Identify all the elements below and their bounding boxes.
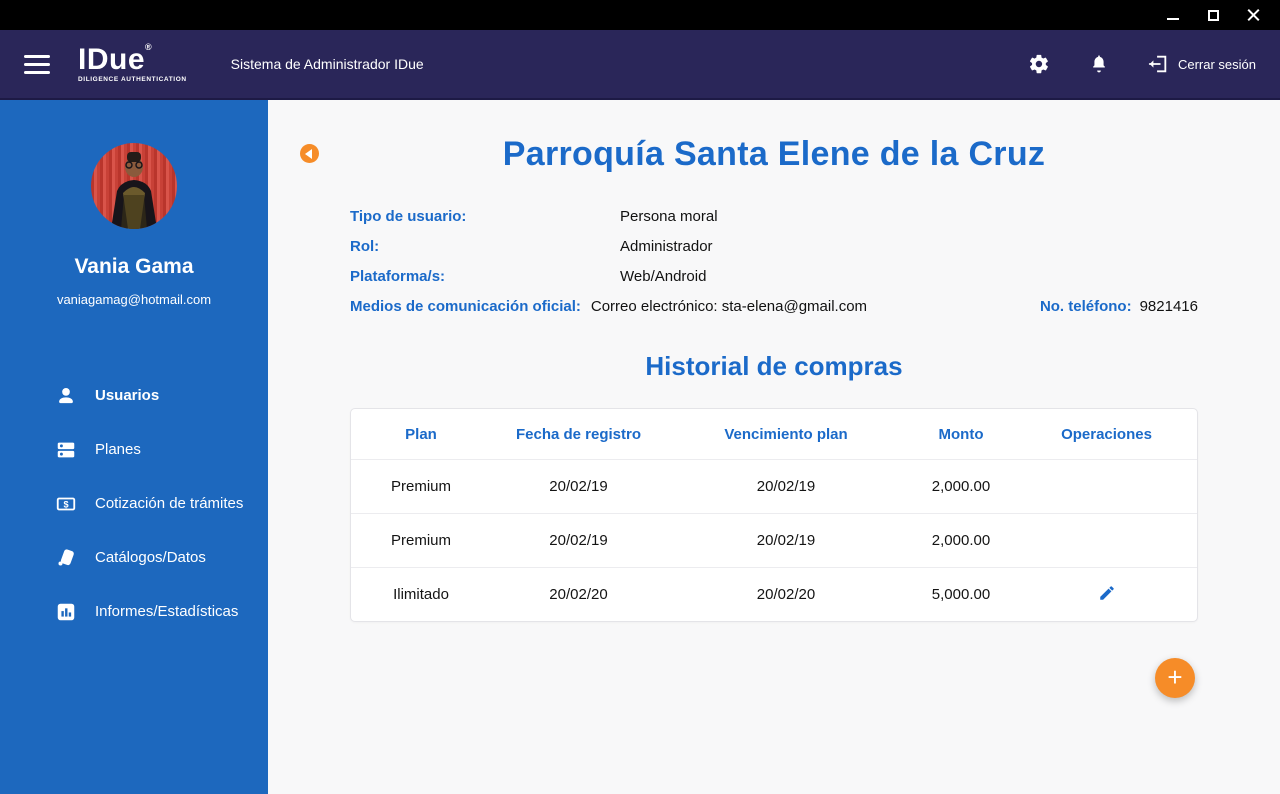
col-header-vencimiento: Vencimiento plan	[724, 425, 848, 443]
cell-fecha-registro: 20/02/20	[549, 586, 608, 603]
table-row: Premium 20/02/19 20/02/19 2,000.00	[351, 459, 1197, 513]
col-header-fecha-registro: Fecha de registro	[515, 425, 642, 443]
catalog-icon	[55, 547, 77, 569]
sidebar-item-planes[interactable]: Planes	[0, 423, 268, 477]
logo-text: IDue®	[78, 41, 153, 76]
section-title-historial: Historial de compras	[645, 351, 903, 381]
cell-fecha-registro: 20/02/19	[549, 532, 608, 549]
cell-vencimiento: 20/02/20	[756, 586, 816, 603]
edit-pencil-icon[interactable]	[1098, 584, 1116, 602]
sidebar-nav: Usuarios Planes $ Cotización de trámites…	[0, 369, 268, 639]
plans-icon	[55, 439, 77, 461]
field-tipo-usuario: Tipo de usuario: Persona moral	[350, 208, 1198, 225]
purchase-history-table: Plan Fecha de registro Vencimiento plan …	[350, 408, 1198, 622]
app-header: IDue® DILIGENCE AUTHENTICATION Sistema d…	[0, 30, 1280, 100]
field-telefono: No. teléfono: 9821416	[1040, 298, 1198, 315]
cell-vencimiento: 20/02/19	[756, 532, 816, 549]
cell-monto: 5,000.00	[931, 586, 991, 603]
cell-plan: Premium	[390, 532, 451, 549]
settings-gear-icon[interactable]	[1027, 52, 1051, 76]
user-name: Vania Gama	[74, 255, 194, 278]
cell-monto: 2,000.00	[931, 478, 991, 495]
app-subtitle: Sistema de Administrador IDue	[230, 56, 424, 72]
menu-icon[interactable]	[24, 54, 50, 74]
sidebar-item-label: Cotización de trámites	[95, 494, 244, 512]
page-title: Parroquía Santa Elene de la Cruz	[502, 135, 1046, 173]
sidebar-item-label: Planes	[95, 440, 141, 458]
cell-operaciones	[1016, 535, 1197, 547]
stats-icon	[55, 601, 77, 623]
logo-subtext: DILIGENCE AUTHENTICATION	[78, 75, 187, 83]
field-label: Tipo de usuario:	[350, 208, 467, 225]
table-row: Ilimitado 20/02/20 20/02/20 5,000.00	[351, 567, 1197, 621]
logout-icon	[1148, 55, 1167, 73]
cell-monto: 2,000.00	[931, 532, 991, 549]
app-logo: IDue® DILIGENCE AUTHENTICATION	[78, 41, 187, 84]
field-plataformas: Plataforma/s: Web/Android	[350, 268, 1198, 285]
quote-money-icon: $	[55, 493, 77, 515]
sidebar-item-usuarios[interactable]: Usuarios	[0, 369, 268, 423]
user-email: vaniagamag@hotmail.com	[56, 292, 212, 307]
field-value: Persona moral	[620, 208, 718, 225]
avatar[interactable]	[91, 143, 177, 229]
cell-operaciones	[1016, 481, 1197, 493]
field-value: Correo electrónico: sta-elena@gmail.com	[590, 298, 868, 315]
table-row: Premium 20/02/19 20/02/19 2,000.00	[351, 513, 1197, 567]
back-button[interactable]	[300, 144, 319, 163]
col-header-monto: Monto	[938, 425, 984, 443]
sidebar-item-catalogos[interactable]: Catálogos/Datos	[0, 531, 268, 585]
back-arrow-icon	[305, 148, 312, 159]
field-value: Administrador	[620, 238, 713, 255]
svg-text:$: $	[63, 500, 68, 510]
col-header-operaciones: Operaciones	[1061, 425, 1152, 443]
table-header-row: Plan Fecha de registro Vencimiento plan …	[351, 409, 1197, 459]
phone-label: No. teléfono:	[1039, 298, 1132, 315]
maximize-icon[interactable]	[1196, 2, 1230, 28]
cell-operaciones	[1016, 578, 1197, 612]
field-label: Plataforma/s:	[350, 268, 446, 285]
registered-mark: ®	[145, 41, 153, 52]
field-rol: Rol: Administrador	[350, 238, 1198, 255]
notifications-bell-icon[interactable]	[1087, 52, 1111, 76]
os-titlebar	[0, 0, 1280, 30]
logout-button[interactable]: Cerrar sesión	[1147, 53, 1256, 75]
main-content: Parroquía Santa Elene de la Cruz Tipo de…	[268, 100, 1280, 794]
cell-plan: Ilimitado	[393, 586, 449, 603]
sidebar-item-label: Usuarios	[95, 386, 160, 404]
cell-vencimiento: 20/02/19	[756, 478, 816, 495]
field-label: Medios de comunicación oficial:	[350, 298, 581, 315]
phone-value: 9821416	[1139, 298, 1198, 315]
add-button[interactable]: +	[1155, 658, 1195, 698]
cell-plan: Premium	[390, 478, 451, 495]
sidebar-item-label: Informes/Estadísticas	[95, 602, 239, 620]
sidebar-item-cotizacion[interactable]: $ Cotización de trámites	[0, 477, 268, 531]
sidebar: Vania Gama vaniagamag@hotmail.com Usuari…	[0, 100, 268, 794]
minimize-icon[interactable]	[1156, 2, 1190, 28]
logout-label: Cerrar sesión	[1177, 56, 1256, 72]
field-medios: Medios de comunicación oficial: Correo e…	[350, 298, 1198, 315]
field-value: Web/Android	[620, 268, 707, 285]
field-label: Rol:	[350, 238, 380, 255]
sidebar-item-informes[interactable]: Informes/Estadísticas	[0, 585, 268, 639]
cell-fecha-registro: 20/02/19	[549, 478, 608, 495]
sidebar-item-label: Catálogos/Datos	[95, 548, 206, 566]
user-icon	[55, 385, 77, 407]
detail-fields: Tipo de usuario: Persona moral Rol: Admi…	[350, 208, 1198, 315]
col-header-plan: Plan	[405, 425, 437, 443]
close-icon[interactable]	[1236, 2, 1270, 28]
